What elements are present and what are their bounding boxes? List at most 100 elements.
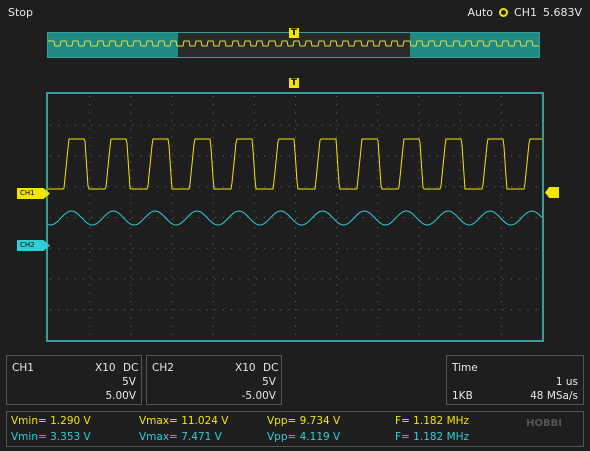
grid-dot — [412, 278, 414, 280]
ch2-level-marker[interactable]: CH2 — [17, 240, 50, 251]
grid-dot — [418, 325, 420, 327]
grid-dot — [171, 96, 173, 97]
grid-dot — [336, 210, 338, 212]
grid-dot — [82, 155, 84, 157]
grid-dot — [130, 153, 132, 155]
grid-dot — [500, 202, 502, 204]
grid-dot — [89, 178, 91, 179]
grid-dot — [198, 309, 200, 311]
grid-dot — [395, 309, 397, 311]
ch2-waveform — [48, 210, 542, 226]
grid-dot — [336, 120, 338, 122]
grid-dot — [255, 247, 257, 249]
run-state[interactable]: Stop — [8, 6, 33, 19]
ch1-probe: X10 — [95, 362, 116, 374]
grid-dot — [74, 309, 76, 311]
trigger-edge-icon — [499, 8, 509, 17]
grid-dot — [336, 112, 338, 114]
grid-dot — [377, 325, 379, 327]
grid-dot — [453, 217, 455, 218]
grid-dot — [500, 333, 502, 335]
waveform-display[interactable] — [46, 92, 544, 342]
grid-dot — [130, 161, 132, 163]
grid-dot — [212, 243, 214, 245]
grid-dot — [130, 260, 132, 261]
grid-dot — [500, 194, 502, 196]
ch2-volts-div: 5V — [262, 376, 276, 388]
grid-dot — [295, 333, 296, 335]
grid-dot — [66, 278, 68, 280]
grid-dot — [379, 309, 381, 311]
grid-dot — [50, 217, 51, 218]
grid-dot — [82, 309, 84, 311]
grid-dot — [214, 247, 216, 249]
trigger-position-top-marker[interactable]: T — [289, 28, 299, 38]
grid-dot — [171, 235, 173, 237]
grid-dot — [387, 186, 389, 188]
grid-dot — [74, 247, 76, 249]
grid-dot — [418, 317, 420, 319]
grid-dot — [91, 124, 93, 126]
grid-dot — [264, 217, 266, 218]
grid-dot — [140, 278, 142, 280]
grid-dot — [395, 186, 397, 188]
grid-dot — [461, 247, 463, 249]
grid-dot — [148, 186, 150, 188]
grid-dot — [379, 186, 381, 188]
grid-dot — [377, 284, 379, 286]
measurements-panel[interactable]: Vmin= 1.290 V Vmax= 11.024 V Vpp= 9.734 … — [6, 411, 584, 447]
grid-dot — [321, 247, 323, 249]
grid-dot — [231, 247, 233, 249]
grid-dot — [253, 137, 255, 138]
grid-dot — [206, 278, 208, 280]
grid-dot — [500, 260, 502, 261]
ch1-settings[interactable]: CH1 X10 DC 5V 5.00V — [6, 355, 142, 405]
grid-dot — [130, 178, 132, 179]
timebase-settings[interactable]: Time 1 us 1KB 48 MSa/s — [446, 355, 584, 405]
grid-dot — [500, 292, 502, 294]
ch2-settings[interactable]: CH2 X10 DC 5V -5.00V — [146, 355, 282, 405]
grid-dot — [354, 309, 356, 311]
grid-dot — [346, 217, 348, 218]
grid-dot — [500, 251, 502, 253]
grid-dot — [130, 128, 132, 130]
grid-dot — [280, 155, 282, 157]
grid-dot — [377, 128, 379, 130]
grid-dot — [418, 120, 420, 122]
grid-dot — [313, 309, 315, 311]
grid-dot — [239, 186, 241, 188]
grid-dot — [486, 309, 488, 311]
grid-dot — [418, 194, 420, 196]
grid-dot — [130, 292, 132, 294]
grid-dot — [50, 247, 51, 249]
grid-dot — [130, 210, 132, 212]
grid-dot — [354, 278, 356, 280]
grid-dot — [453, 186, 455, 188]
grid-dot — [107, 186, 109, 188]
grid-dot — [459, 96, 461, 97]
grid-dot — [272, 124, 274, 126]
grid-dot — [171, 145, 173, 147]
grid-dot — [459, 325, 461, 327]
grid-dot — [89, 169, 91, 171]
grid-dot — [253, 186, 255, 188]
grid-dot — [66, 247, 68, 249]
grid-dot — [132, 278, 134, 280]
grid-dot — [500, 145, 502, 147]
grid-dot — [459, 268, 461, 270]
grid-dot — [239, 217, 241, 218]
trigger-level-marker[interactable] — [545, 187, 559, 198]
grid-dot — [130, 194, 132, 196]
grid-dot — [436, 278, 438, 280]
grid-dot — [288, 309, 290, 311]
grid-dot — [329, 217, 331, 218]
grid-dot — [336, 227, 338, 229]
trigger-status[interactable]: Auto CH1 5.683V — [467, 6, 582, 19]
grid-dot — [412, 186, 414, 188]
grid-dot — [377, 96, 379, 97]
ch1-level-marker[interactable]: CH1 — [17, 188, 50, 199]
grid-dot — [272, 217, 274, 218]
grid-dot — [99, 278, 101, 280]
trigger-position-marker[interactable]: T — [289, 78, 299, 88]
grid-dot — [412, 309, 414, 311]
